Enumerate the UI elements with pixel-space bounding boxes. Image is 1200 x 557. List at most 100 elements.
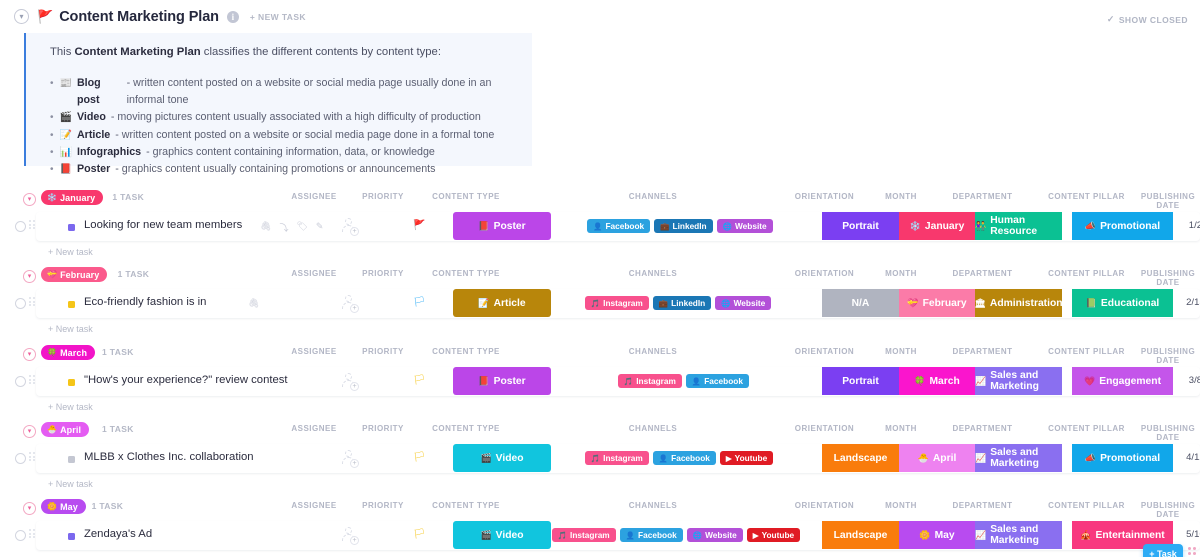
group-status-pill[interactable]: 🍀March [41,345,95,360]
table-row[interactable]: Looking for new team members🖇⤵🏷✎+🚩📕Poste… [36,212,1200,241]
attachment-icon[interactable]: 🖇 [260,221,271,234]
group-status-pill[interactable]: 💝February [41,267,107,282]
channels-cell[interactable]: 🎵Instagram 👤Facebook ▶Youtube [585,451,773,465]
task-complete-checkbox[interactable] [15,453,26,464]
task-status-square[interactable] [68,533,75,540]
new-task-row-button[interactable]: + New task [48,479,93,489]
column-header-assignee[interactable]: ASSIGNEE [288,347,340,356]
add-task-fab[interactable]: + Task [1143,544,1183,557]
column-header-month[interactable]: MONTH [863,501,939,510]
column-header-channels[interactable]: CHANNELS [561,192,746,201]
attachment-icon[interactable]: 🖇 [248,298,259,309]
task-status-square[interactable] [68,379,75,386]
task-status-square[interactable] [68,224,75,231]
publishing-date-cell[interactable]: 3/8/23 [1175,375,1200,386]
department-cell[interactable]: 📈Sales and Marketing [975,367,1062,395]
column-header-month[interactable]: MONTH [863,347,939,356]
month-cell[interactable]: ❄️January [899,212,975,240]
new-task-row-button[interactable]: + New task [48,324,93,334]
channel-tag[interactable]: 🌐Website [687,528,743,542]
collapse-group-icon[interactable]: ▾ [23,193,36,206]
assignee-avatar-placeholder[interactable]: + [341,295,358,312]
table-row[interactable]: "How's your experience?" review contest +… [36,367,1200,396]
task-name[interactable]: Zendaya's Ad [84,528,152,540]
column-header-department[interactable]: DEPARTMENT [939,347,1026,356]
content-pillar-cell[interactable]: 📗Educational [1072,289,1173,317]
channel-tag[interactable]: 👤Facebook [653,451,716,465]
collapse-group-icon[interactable]: ▾ [23,270,36,283]
collapse-group-icon[interactable]: ▾ [23,502,36,515]
column-header-channels[interactable]: CHANNELS [561,269,746,278]
column-header-content-pillar[interactable]: CONTENT PILLAR [1036,424,1137,433]
collapse-group-icon[interactable]: ▾ [23,348,36,361]
group-status-pill[interactable]: ❄️January [41,190,103,205]
channel-tag[interactable]: 🌐Website [715,296,771,310]
column-header-orientation[interactable]: ORIENTATION [786,192,863,201]
channels-cell[interactable]: 👤Facebook💼LinkedIn🌐Website [587,219,773,233]
column-header-channels[interactable]: CHANNELS [561,501,746,510]
column-header-orientation[interactable]: ORIENTATION [786,501,863,510]
column-header-content-type[interactable]: CONTENT TYPE [417,269,515,278]
assignee-avatar-placeholder[interactable]: + [341,527,358,544]
column-header-content-type[interactable]: CONTENT TYPE [417,347,515,356]
collapse-list-icon[interactable]: ▾ [14,9,29,24]
channel-tag[interactable]: 🎵Instagram [618,374,682,388]
drag-handle-icon[interactable] [29,220,35,232]
task-complete-checkbox[interactable] [15,298,26,309]
channel-tag[interactable]: 💼LinkedIn [654,219,712,233]
assignee-avatar-placeholder[interactable]: + [341,373,358,390]
column-header-orientation[interactable]: ORIENTATION [786,347,863,356]
priority-flag-icon[interactable]: 🏳 [413,375,426,386]
drag-handle-icon[interactable] [29,375,35,387]
channels-cell[interactable]: 🎵Instagram💼LinkedIn🌐Website [585,296,771,310]
tag-icon[interactable]: 🏷 [296,221,307,234]
group-status-pill[interactable]: 🌼May [41,499,86,514]
column-header-content-type[interactable]: CONTENT TYPE [417,424,515,433]
priority-flag-icon[interactable]: 🚩 [413,220,425,231]
column-header-assignee[interactable]: ASSIGNEE [288,192,340,201]
content-pillar-cell[interactable]: 📣Promotional [1072,444,1173,472]
new-task-row-button[interactable]: + New task [48,402,93,412]
channel-tag[interactable]: ▶Youtube [720,451,773,465]
column-header-department[interactable]: DEPARTMENT [939,192,1026,201]
column-header-assignee[interactable]: ASSIGNEE [288,269,340,278]
column-header-orientation[interactable]: ORIENTATION [786,269,863,278]
column-header-content-pillar[interactable]: CONTENT PILLAR [1036,192,1137,201]
column-header-channels[interactable]: CHANNELS [561,347,746,356]
subtask-icon[interactable]: ⤵ [279,221,288,234]
drag-handle-icon[interactable] [29,297,35,309]
column-header-publishing-date[interactable]: PUBLISHING DATE [1139,192,1197,210]
collapse-group-icon[interactable]: ▾ [23,425,36,438]
edit-icon[interactable]: ✎ [316,221,324,234]
column-header-publishing-date[interactable]: PUBLISHING DATE [1139,424,1197,442]
orientation-cell[interactable]: Landscape [822,444,899,472]
column-header-department[interactable]: DEPARTMENT [939,424,1026,433]
priority-flag-icon[interactable]: 🏳 [413,529,426,540]
task-name[interactable]: MLBB x Clothes Inc. collaboration [84,451,254,463]
priority-flag-icon[interactable]: 🏳 [413,452,426,463]
column-header-content-pillar[interactable]: CONTENT PILLAR [1036,269,1137,278]
content-type-cell[interactable]: 📝Article [453,289,551,317]
drag-handle-icon[interactable] [29,529,35,541]
task-complete-checkbox[interactable] [15,530,26,541]
table-row[interactable]: MLBB x Clothes Inc. collaboration+🏳🎬Vide… [36,444,1200,473]
column-header-assignee[interactable]: ASSIGNEE [288,424,340,433]
new-task-row-button[interactable]: + New task [48,247,93,257]
month-cell[interactable]: 💝February [899,289,975,317]
column-header-month[interactable]: MONTH [863,424,939,433]
column-header-priority[interactable]: PRIORITY [360,424,406,433]
department-cell[interactable]: 📈Sales and Marketing [975,521,1062,549]
task-name[interactable]: "How's your experience?" review contest [84,374,288,386]
task-status-square[interactable] [68,456,75,463]
channel-tag[interactable]: 👤Facebook [620,528,683,542]
orientation-cell[interactable]: Portrait [822,367,899,395]
department-cell[interactable]: 📈Sales and Marketing [975,444,1062,472]
department-cell[interactable]: 🏛Administration [975,289,1062,317]
channel-tag[interactable]: 🎵Instagram [585,451,649,465]
content-type-cell[interactable]: 🎬Video [453,521,551,549]
orientation-cell[interactable]: N/A [822,289,899,317]
column-header-department[interactable]: DEPARTMENT [939,501,1026,510]
column-header-channels[interactable]: CHANNELS [561,424,746,433]
column-header-content-type[interactable]: CONTENT TYPE [417,192,515,201]
content-type-cell[interactable]: 🎬Video [453,444,551,472]
